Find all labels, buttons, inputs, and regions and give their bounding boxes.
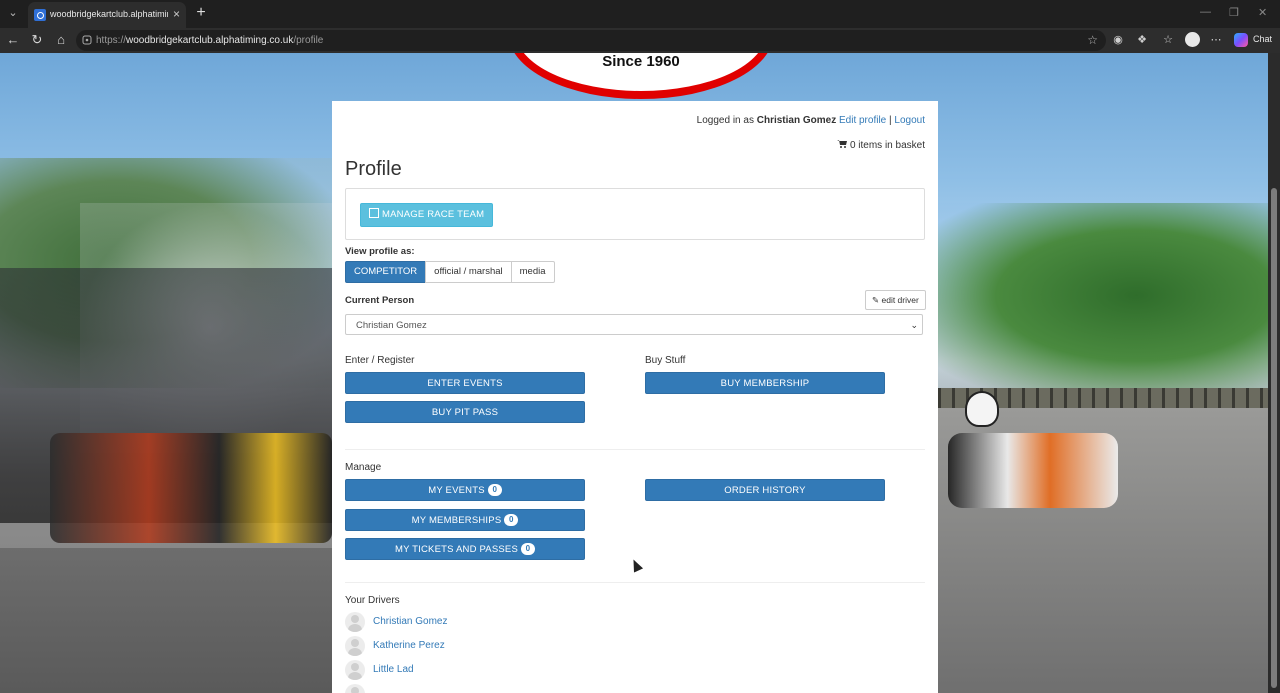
view-as-official-button[interactable]: official / marshal: [425, 261, 512, 283]
tab-list-chevron-icon[interactable]: ⌄: [4, 4, 22, 22]
minimize-icon[interactable]: —: [1200, 6, 1211, 18]
my-events-count-badge: 0: [487, 484, 502, 496]
cart-icon: [836, 140, 847, 148]
buy-pit-pass-button[interactable]: BUY PIT PASS: [345, 401, 585, 423]
chevron-down-icon: ⌄: [910, 320, 918, 330]
logged-in-user: Christian Gomez: [756, 115, 837, 126]
url-text: https://woodbridgekartclub.alphatiming.c…: [96, 35, 324, 46]
edit-driver-button[interactable]: ✎ edit driver: [865, 290, 926, 310]
background-photo-trees-right: [938, 203, 1268, 388]
divider: [345, 449, 925, 450]
buy-stuff-label: Buy Stuff: [645, 355, 686, 366]
address-bar[interactable]: https://woodbridgekartclub.alphatiming.c…: [76, 30, 1106, 51]
favorites-icon[interactable]: ☆: [1161, 33, 1175, 47]
view-as-media-button[interactable]: media: [510, 261, 555, 283]
browser-toolbar: ← ↻ ⌂ https://woodbridgekartclub.alphati…: [0, 28, 1280, 53]
scrollbar-thumb[interactable]: [1271, 188, 1277, 688]
home-icon[interactable]: ⌂: [53, 32, 69, 48]
chat-label[interactable]: Chat: [1253, 34, 1272, 44]
my-tickets-button[interactable]: MY TICKETS AND PASSES 0: [345, 538, 585, 560]
maximize-icon[interactable]: ❐: [1229, 6, 1239, 19]
profile-panel: Logged in as Christian Gomez Edit profil…: [332, 101, 938, 693]
logout-link[interactable]: Logout: [894, 115, 925, 126]
driver-avatar: [345, 684, 365, 693]
basket-text: 0 items in basket: [849, 140, 925, 151]
view-profile-toggle: COMPETITOR official / marshal media: [345, 261, 555, 283]
page-scrollbar[interactable]: [1268, 53, 1280, 693]
my-memberships-count-badge: 0: [504, 514, 519, 526]
profile-avatar[interactable]: [1185, 32, 1200, 47]
list-icon: [369, 208, 379, 218]
copilot-icon[interactable]: [1234, 33, 1248, 47]
page-viewport: Since 1960 Logged in as Christian Gomez …: [0, 53, 1268, 693]
driver-avatar: [345, 660, 365, 680]
basket-link[interactable]: 0 items in basket: [836, 140, 925, 151]
extensions-puzzle-icon[interactable]: ❖: [1135, 33, 1149, 47]
new-tab-icon[interactable]: +: [192, 4, 210, 22]
current-person-select[interactable]: Christian Gomez ⌄: [345, 314, 923, 335]
your-drivers-label: Your Drivers: [345, 595, 400, 606]
driver-avatar: [345, 612, 365, 632]
login-status: Logged in as Christian Gomez Edit profil…: [696, 115, 925, 126]
background-photo-karts: [50, 433, 332, 543]
favorite-star-icon[interactable]: ☆: [1087, 33, 1098, 47]
club-logo: Since 1960: [508, 53, 774, 99]
view-profile-label: View profile as:: [345, 246, 415, 257]
window-close-icon[interactable]: ✕: [1258, 6, 1267, 19]
tab-close-icon[interactable]: ×: [173, 7, 180, 21]
my-memberships-button[interactable]: MY MEMBERSHIPS 0: [345, 509, 585, 531]
manage-label: Manage: [345, 462, 382, 473]
background-photo-kart-right: [948, 433, 1118, 508]
reload-icon[interactable]: ↻: [29, 32, 45, 48]
divider: [345, 582, 925, 583]
manage-race-team-button[interactable]: MANAGE RACE TEAM: [360, 203, 494, 227]
view-as-competitor-button[interactable]: COMPETITOR: [345, 261, 427, 283]
my-tickets-count-badge: 0: [521, 543, 535, 555]
order-history-button[interactable]: ORDER HISTORY: [645, 479, 885, 501]
site-info-icon[interactable]: [82, 35, 92, 45]
race-team-well: MANAGE RACE TEAM: [345, 188, 925, 240]
page-title: Profile: [345, 158, 402, 180]
edit-profile-link[interactable]: Edit profile: [839, 115, 886, 126]
driver-link[interactable]: Christian Gomez: [373, 616, 447, 627]
site-favicon-icon: [34, 9, 46, 21]
background-photo-helmet: [965, 391, 999, 427]
my-events-button[interactable]: MY EVENTS 0: [345, 479, 585, 501]
buy-membership-button[interactable]: BUY MEMBERSHIP: [645, 372, 885, 394]
extension-icon[interactable]: ◉: [1111, 33, 1125, 47]
more-menu-icon[interactable]: ⋯: [1209, 33, 1223, 47]
logo-since-text: Since 1960: [602, 53, 680, 70]
back-icon[interactable]: ←: [5, 32, 21, 48]
current-person-label: Current Person: [345, 295, 415, 306]
background-photo-track: [0, 548, 332, 693]
tab-title: woodbridgekartclub.alphatiming.co.uk: [50, 9, 168, 19]
enter-register-label: Enter / Register: [345, 355, 415, 366]
enter-events-button[interactable]: ENTER EVENTS: [345, 372, 585, 394]
browser-tabstrip: ⌄ woodbridgekartclub.alphatiming.co.uk ×…: [0, 0, 1280, 28]
driver-link[interactable]: Little Lad: [373, 664, 414, 675]
browser-tab[interactable]: woodbridgekartclub.alphatiming.co.uk ×: [28, 2, 186, 28]
driver-avatar: [345, 636, 365, 656]
driver-link[interactable]: Katherine Perez: [373, 640, 445, 651]
